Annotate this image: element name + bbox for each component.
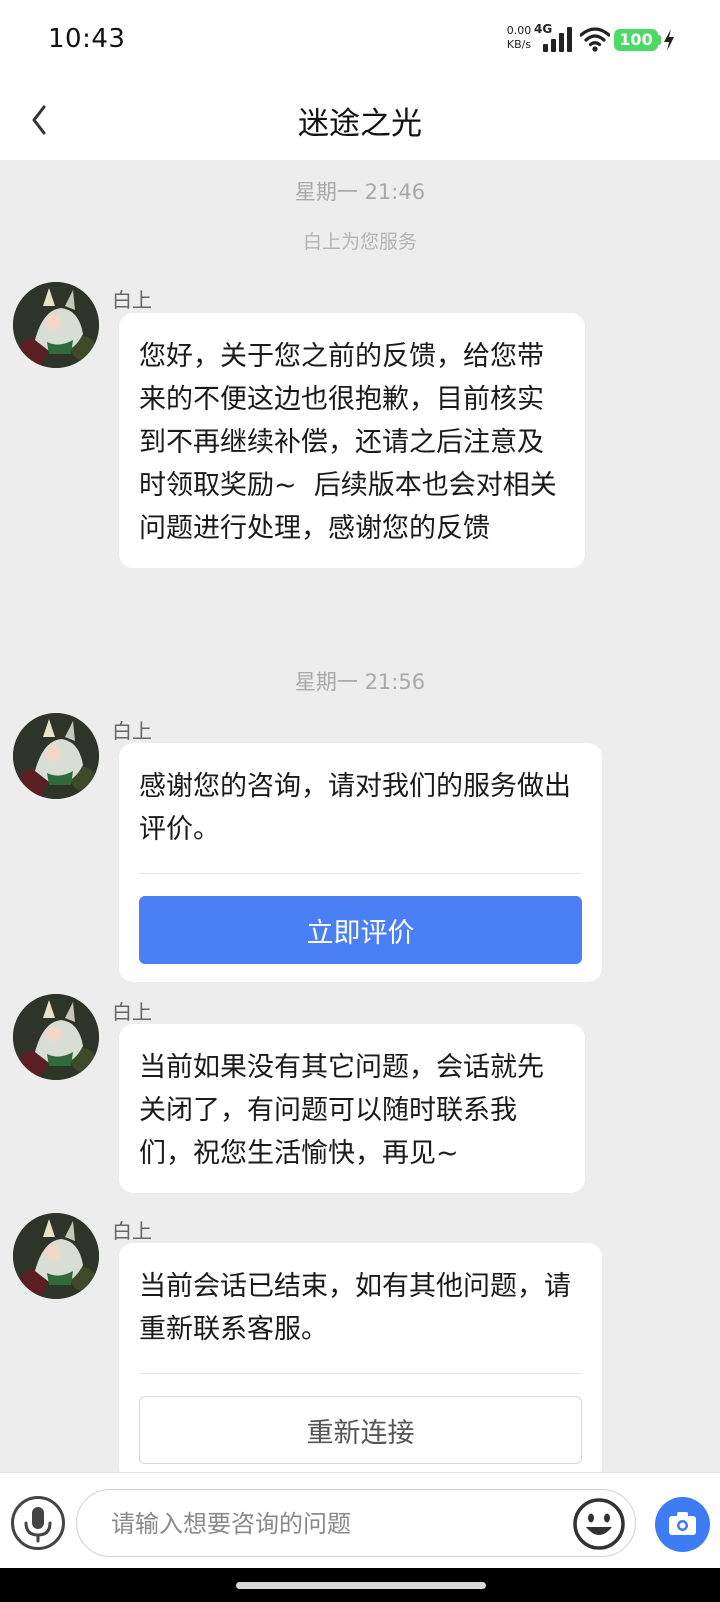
status-bar: 10:43 0.00 KB/s 4G 100 (0, 0, 720, 80)
sender-name: 白上 (112, 1000, 152, 1024)
system-navigation-bar (0, 1568, 720, 1602)
charging-icon (664, 29, 674, 51)
sender-name: 白上 (112, 719, 152, 743)
avatar[interactable] (13, 994, 99, 1080)
message-bubble: 感谢您的咨询，请对我们的服务做出评价。 立即评价 (119, 743, 602, 982)
reconnect-button[interactable]: 重新连接 (139, 1396, 582, 1464)
network-speed: 0.00 KB/s (504, 24, 534, 52)
message-text: 您好，关于您之前的反馈，给您带来的不便这边也很抱歉，目前核实到不再继续补偿，还请… (139, 341, 557, 544)
avatar[interactable] (13, 713, 99, 799)
microphone-icon (24, 1507, 52, 1543)
voice-input-button[interactable] (11, 1496, 65, 1550)
message-input-box[interactable] (76, 1489, 636, 1557)
battery-tip (658, 35, 661, 45)
emoji-icon[interactable] (572, 1497, 626, 1551)
avatar[interactable] (13, 282, 99, 368)
system-note: 白上为您服务 (302, 231, 417, 253)
app-header: 迷途之光 (0, 80, 720, 160)
wifi-icon (580, 27, 610, 52)
camera-button[interactable] (655, 1497, 710, 1552)
message-bubble: 当前会话已结束，如有其他问题，请重新联系客服。 重新连接 (119, 1243, 602, 1472)
page-title: 迷途之光 (298, 106, 422, 142)
message-text: 当前如果没有其它问题，会话就先关闭了，有问题可以随时联系我们，祝您生活愉快，再见… (139, 1052, 544, 1169)
camera-icon (669, 1512, 696, 1535)
network-speed-unit: KB/s (506, 38, 532, 51)
input-bar (0, 1472, 720, 1568)
signal-icon (543, 26, 573, 52)
message-bubble: 当前如果没有其它问题，会话就先关闭了，有问题可以随时联系我们，祝您生活愉快，再见… (119, 1024, 585, 1193)
message-text: 感谢您的咨询，请对我们的服务做出评价。 (139, 771, 571, 845)
session-time: 星期一 21:56 (294, 670, 426, 694)
sender-name: 白上 (112, 288, 152, 312)
battery-level: 100 (614, 29, 658, 51)
status-time: 10:43 (48, 24, 126, 54)
bubble-divider (139, 873, 582, 874)
avatar[interactable] (13, 1213, 99, 1299)
chat-area[interactable]: 星期一 21:46 白上为您服务 白上 您好，关于您之前的反馈，给您带来的不便这… (0, 160, 720, 1472)
message-input[interactable] (111, 1504, 541, 1544)
message-bubble: 您好，关于您之前的反馈，给您带来的不便这边也很抱歉，目前核实到不再继续补偿，还请… (119, 313, 585, 568)
home-indicator[interactable] (236, 1582, 486, 1589)
session-time: 星期一 21:46 (294, 180, 426, 204)
rate-service-button[interactable]: 立即评价 (139, 896, 582, 964)
sender-name: 白上 (112, 1219, 152, 1243)
bubble-divider (139, 1373, 582, 1374)
message-text: 当前会话已结束，如有其他问题，请重新联系客服。 (139, 1271, 571, 1345)
network-speed-value: 0.00 (506, 24, 532, 37)
